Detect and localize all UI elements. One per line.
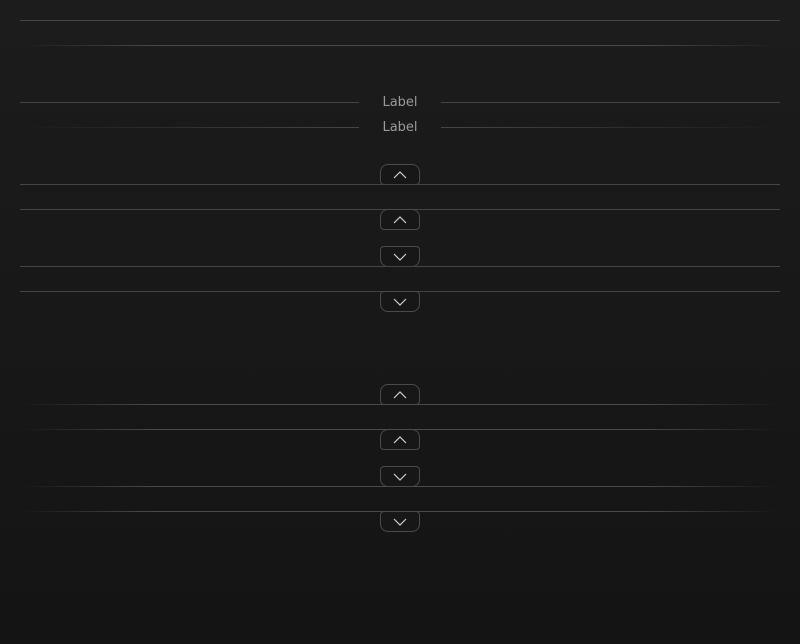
divider-solid	[20, 266, 780, 267]
divider-fade	[20, 404, 780, 405]
divider-left-segment	[20, 102, 359, 103]
divider-solid	[20, 184, 780, 185]
divider-fade	[20, 486, 780, 487]
collapse-toggle-button[interactable]	[380, 164, 420, 185]
collapse-toggle-button[interactable]	[380, 209, 420, 230]
chevron-down-icon	[393, 298, 407, 306]
divider-left-segment	[20, 127, 359, 128]
chevron-down-icon	[393, 518, 407, 526]
expand-toggle-button[interactable]	[380, 246, 420, 267]
chevron-down-icon	[393, 473, 407, 481]
divider-right-segment	[441, 127, 780, 128]
chevron-up-icon	[393, 435, 407, 443]
chevron-up-icon	[393, 390, 407, 398]
expand-toggle-button[interactable]	[380, 466, 420, 487]
divider-solid	[20, 20, 780, 21]
divider-label: Label	[382, 120, 418, 135]
divider-fade	[20, 45, 780, 46]
collapse-toggle-button[interactable]	[380, 429, 420, 450]
chevron-down-icon	[393, 253, 407, 261]
chevron-up-icon	[393, 170, 407, 178]
divider-right-segment	[441, 102, 780, 103]
divider-label: Label	[382, 95, 418, 110]
collapse-toggle-button[interactable]	[380, 384, 420, 405]
expand-toggle-button[interactable]	[380, 291, 420, 312]
chevron-up-icon	[393, 215, 407, 223]
expand-toggle-button[interactable]	[380, 511, 420, 532]
